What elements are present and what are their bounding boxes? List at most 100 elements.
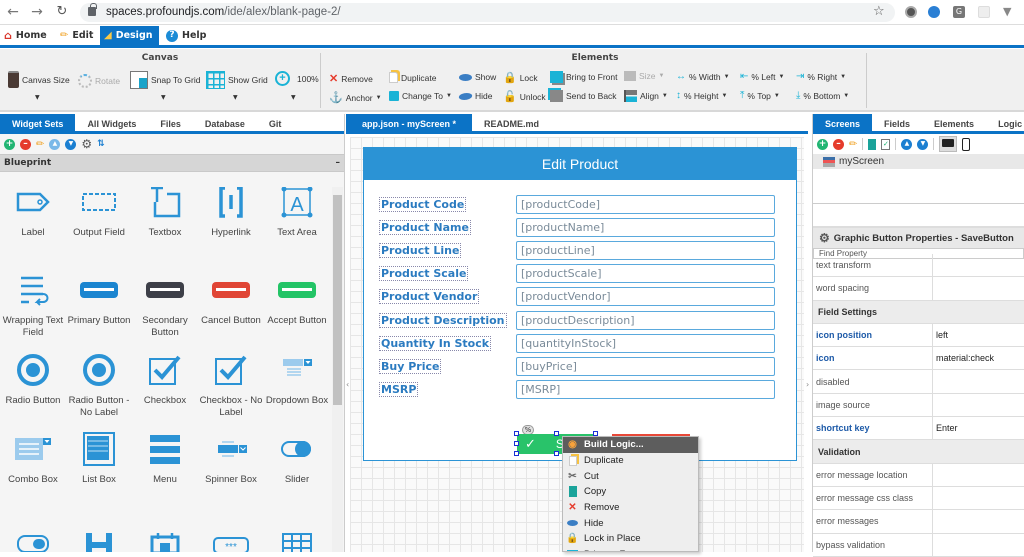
show-grid-caret[interactable]: ▼ [233, 94, 238, 101]
field-label[interactable]: Product Line [379, 243, 462, 259]
property-row[interactable]: disabled [813, 370, 1024, 394]
context-menu-item[interactable]: 🔒 Lock in Place [563, 531, 698, 547]
extension-icon-2[interactable] [928, 6, 940, 18]
widget-scrollbar[interactable] [332, 187, 343, 552]
property-row[interactable]: word spacing [813, 277, 1024, 301]
property-row[interactable]: error message location [813, 463, 1024, 487]
widget-wrapping-text-field[interactable]: Wrapping Text Field [0, 275, 66, 339]
property-row[interactable]: bypass validation [813, 533, 1024, 557]
field-label[interactable]: Quantity In Stock [379, 335, 492, 351]
field-input[interactable]: [buyPrice] [516, 356, 775, 376]
change-to-button[interactable]: Change To ▼ [389, 91, 452, 101]
field-input[interactable]: [productVendor] [516, 287, 775, 307]
align-button[interactable]: Align ▼ [624, 90, 668, 102]
field-input[interactable]: [MSRP] [516, 379, 775, 399]
pct-width-button[interactable]: ↔% Width ▼ [676, 71, 730, 82]
add-icon[interactable]: + [4, 138, 15, 150]
tab-all-widgets[interactable]: All Widgets [75, 114, 148, 131]
canvas-size-button[interactable]: Canvas Size [8, 71, 70, 88]
pct-bottom-button[interactable]: ⤓% Bottom ▼ [796, 90, 849, 101]
minus-icon[interactable]: – [20, 138, 31, 150]
pct-height-button[interactable]: ↕% Height ▼ [676, 90, 727, 101]
extension-icon-g[interactable]: G [953, 6, 965, 18]
send-to-back-button[interactable]: Send to Back [550, 90, 617, 102]
widget-secondary-button[interactable]: Secondary Button [132, 275, 198, 339]
sort-icon[interactable]: ⇅ [97, 139, 105, 149]
show-grid-button[interactable]: Show Grid [206, 71, 268, 89]
property-row[interactable]: icon material:check [813, 347, 1024, 371]
collapse-icon[interactable]: – [336, 158, 341, 168]
property-row[interactable]: error message css class [813, 486, 1024, 511]
field-label[interactable]: Product Scale [379, 266, 469, 282]
edit-product-panel[interactable]: Edit Product Product Code [productCode] Pr… [363, 147, 797, 461]
pct-right-button[interactable]: ⇥% Right ▼ [796, 71, 846, 82]
resize-handle[interactable] [514, 451, 519, 456]
move-down-icon[interactable]: ▼ [65, 138, 77, 150]
field-input[interactable]: [productName] [516, 218, 775, 238]
widget-radio-button[interactable]: Radio Button [0, 354, 66, 407]
heading-icon[interactable] [66, 533, 132, 552]
context-menu-item[interactable]: Copy [563, 484, 698, 500]
move-up-icon[interactable]: ▲ [49, 138, 61, 150]
bring-to-front-button[interactable]: Bring to Front [550, 71, 618, 83]
screen-item[interactable]: myScreen [813, 154, 1024, 169]
date-picker-icon[interactable] [132, 533, 198, 552]
rotate-button[interactable]: Rotate [78, 74, 120, 88]
property-section[interactable]: Field Settings [813, 300, 1024, 324]
add-screen-icon[interactable]: + [817, 138, 828, 150]
widget-dropdown-box[interactable]: Dropdown Box [264, 355, 330, 407]
widget-hyperlink[interactable]: Hyperlink [198, 187, 264, 239]
delete-screen-icon[interactable]: – [833, 138, 844, 150]
toggle-switch-icon[interactable] [0, 533, 66, 552]
snap-grid-caret[interactable]: ▼ [161, 94, 166, 101]
tab-logic[interactable]: Logic [986, 114, 1024, 131]
anchor-button[interactable]: ⚓ Anchor ▼ [329, 91, 382, 104]
star-icon[interactable]: ☆ [873, 4, 885, 19]
arrow-left-icon[interactable]: ← [4, 3, 22, 21]
field-label[interactable]: Product Code [379, 197, 467, 212]
menu-help[interactable]: ? Help [162, 26, 212, 45]
copy-screen-icon[interactable] [868, 138, 877, 150]
extension-icon-4[interactable] [978, 6, 990, 18]
move-down-icon[interactable]: ▼ [917, 138, 929, 150]
property-section[interactable]: Validation [813, 440, 1024, 464]
menu-home[interactable]: ⌂ Home [0, 26, 53, 45]
context-menu-item[interactable]: Bring to Front [563, 547, 698, 551]
tab-readme[interactable]: README.md [472, 114, 551, 131]
field-label[interactable]: Product Vendor [379, 289, 480, 305]
widget-text-area[interactable]: A Text Area [264, 187, 330, 239]
zoom-button[interactable]: + 100% [275, 71, 319, 86]
lock-button[interactable]: 🔒 Lock [503, 71, 538, 84]
tab-files[interactable]: Files [148, 114, 193, 131]
size-button[interactable]: Size ▼ [624, 71, 665, 81]
field-input[interactable]: [productScale] [516, 264, 775, 284]
property-row[interactable]: image source [813, 393, 1024, 418]
widget-cancel-button[interactable]: Cancel Button [198, 275, 264, 327]
reload-icon[interactable]: ↻ [53, 3, 71, 21]
tab-git[interactable]: Git [257, 114, 294, 131]
remove-button[interactable]: ✕ Remove [329, 72, 373, 85]
property-value[interactable]: material:check [933, 353, 994, 363]
property-row[interactable]: icon position left [813, 323, 1024, 348]
move-up-icon[interactable]: ▲ [901, 138, 913, 150]
mobile-view-icon[interactable] [962, 137, 971, 151]
paste-screen-icon[interactable]: ✓ [881, 138, 891, 150]
tab-elements[interactable]: Elements [922, 114, 986, 131]
resize-handle[interactable] [514, 431, 519, 436]
context-menu-item[interactable]: Hide [563, 515, 698, 531]
widget-output-field[interactable]: Output Field [66, 187, 132, 239]
field-label[interactable]: Product Name [379, 220, 471, 236]
left-splitter-icon[interactable]: ‹ [346, 380, 349, 389]
widget-list-box[interactable]: List Box [66, 432, 132, 486]
duplicate-button[interactable]: Duplicate [389, 72, 436, 83]
rename-icon[interactable]: ✏ [849, 139, 857, 150]
tab-screens[interactable]: Screens [813, 114, 873, 131]
field-label[interactable]: MSRP [379, 381, 419, 397]
desktop-view-icon[interactable] [939, 136, 958, 152]
snap-to-grid-button[interactable]: Snap To Grid [130, 71, 200, 89]
hide-button[interactable]: Hide [457, 91, 492, 101]
arrow-right-icon[interactable]: → [28, 3, 46, 21]
pct-top-button[interactable]: ⤒% Top ▼ [740, 90, 780, 101]
widget-checkbox-no-label[interactable]: Checkbox - No Label [198, 355, 264, 419]
tab-widget-sets[interactable]: Widget Sets [0, 114, 76, 131]
